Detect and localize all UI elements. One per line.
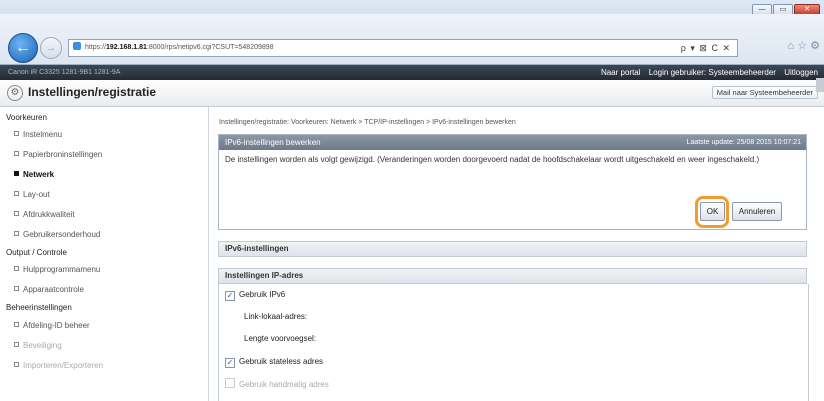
sidebar-group-output-control[interactable]: Output / Controle (6, 248, 67, 257)
sidebar-item-label: Papierbroninstellingen (23, 150, 103, 159)
address-path: :8000/rps/netipv6.cgi?CSUT=548209898 (146, 44, 274, 51)
settings-gear-icon: ⚙ (7, 85, 23, 101)
sidebar-item-print-quality[interactable]: Afdrukkwaliteit (14, 210, 75, 219)
sidebar-item-label: Lay-out (23, 190, 50, 199)
section-ip-address-settings: Instellingen IP-adres (218, 268, 807, 284)
panel-title: IPv6-instellingen bewerken (225, 138, 321, 147)
bullet-icon (14, 231, 19, 236)
sidebar-item-paper-source[interactable]: Papierbroninstellingen (14, 150, 102, 159)
sidebar-item-layout[interactable]: Lay-out (14, 190, 50, 199)
edit-ipv6-panel: IPv6-instellingen bewerken Laatste updat… (218, 134, 807, 230)
page-header: ⚙ Instellingen/registratie Mail naar Sys… (0, 80, 824, 107)
sidebar-item-label: Beveiliging (23, 341, 62, 350)
forward-arrow-icon[interactable]: → (40, 37, 62, 59)
breadcrumb: Instellingen/registratie: Voorkeuren: Ne… (219, 119, 516, 126)
sidebar-item-label: Netwerk (23, 170, 55, 179)
ip-address-settings-body: ✓ Gebruik IPv6 Link-lokaal-adres: Lengte … (218, 284, 809, 401)
sidebar-item-import-export[interactable]: Importeren/Exporteren (14, 361, 103, 370)
login-user-label: Login gebruiker: Systeembeheerder (648, 68, 776, 77)
panel-message: De instellingen worden als volgt gewijzi… (225, 155, 760, 164)
bullet-icon (14, 171, 19, 176)
bullet-icon (14, 211, 19, 216)
topbar-links: Naar portal Login gebruiker: Systeembehe… (595, 65, 818, 80)
bullet-icon (14, 342, 19, 347)
manual-address-label: Gebruik handmatig adres (239, 380, 329, 389)
address-host: 192.168.1.81 (106, 44, 147, 51)
page-favicon-icon (73, 42, 81, 50)
page-title: Instellingen/registratie (28, 85, 157, 99)
sidebar-item-label: Instelmenu (23, 130, 63, 139)
sidebar-item-network[interactable]: Netwerk (14, 170, 54, 179)
sidebar-item-utility-menu[interactable]: Hulpprogrammamenu (14, 265, 100, 274)
last-update-timestamp: Laatste update: 25/08 2015 10:07:21 (686, 139, 801, 146)
device-name: Canon iR C3325 1281-9B1 1281-9A (8, 69, 121, 76)
use-ipv6-row: ✓ Gebruik IPv6 (225, 290, 285, 301)
search-refresh-stop-icons[interactable]: ρ ▾ ⊠ C ✕ (681, 40, 731, 56)
sidebar-item-label: Hulpprogrammamenu (23, 265, 101, 274)
mail-admin-link[interactable]: Mail naar Systeembeheerder (711, 86, 818, 99)
sidebar-item-security[interactable]: Beveiliging (14, 341, 62, 350)
cancel-button[interactable]: Annuleren (732, 202, 782, 221)
bullet-icon (14, 286, 19, 291)
use-ipv6-label: Gebruik IPv6 (239, 290, 286, 299)
link-local-address-label: Link-lokaal-adres: (244, 312, 308, 321)
bullet-icon (14, 131, 19, 136)
sidebar-item-department-id[interactable]: Afdeling-ID beheer (14, 321, 90, 330)
portal-link[interactable]: Naar portal (601, 68, 641, 77)
stateless-address-label: Gebruik stateless adres (239, 357, 324, 366)
scrollbar[interactable] (816, 78, 824, 92)
prefix-length-label: Lengte voorvoegsel: (244, 334, 317, 343)
panel-header: IPv6-instellingen bewerken Laatste updat… (219, 135, 806, 150)
sidebar-item-label: Gebruikersonderhoud (23, 230, 101, 239)
address-bar[interactable]: https://192.168.1.81:8000/rps/netipv6.cg… (68, 39, 738, 57)
sidebar-item-label: Apparaatcontrole (23, 285, 84, 294)
ok-button[interactable]: OK (700, 202, 725, 221)
address-prefix: https:// (85, 44, 107, 51)
logout-link[interactable]: Uitloggen (784, 68, 818, 77)
bullet-icon (14, 322, 19, 327)
stateless-address-checkbox[interactable]: ✓ (225, 358, 235, 368)
browser-navbar: ← → https://192.168.1.81:8000/rps/netipv… (0, 14, 824, 65)
sidebar-group-management[interactable]: Beheerinstellingen (6, 303, 72, 312)
bullet-icon (14, 362, 19, 367)
manual-address-checkbox[interactable] (225, 378, 235, 388)
back-arrow-icon[interactable]: ← (8, 33, 38, 63)
sidebar-item-label: Afdrukkwaliteit (23, 210, 75, 219)
sidebar-group-preferences[interactable]: Voorkeuren (6, 113, 47, 122)
section-ipv6-settings: IPv6-instellingen (218, 241, 807, 257)
remote-ui-topbar: Canon iR C3325 1281-9B1 1281-9A Naar por… (0, 65, 824, 80)
sidebar: Voorkeuren Instelmenu Papierbroninstelli… (0, 107, 209, 401)
use-ipv6-checkbox[interactable]: ✓ (225, 291, 235, 301)
sidebar-item-device-control[interactable]: Apparaatcontrole (14, 285, 84, 294)
bullet-icon (14, 266, 19, 271)
sidebar-item-settings-menu[interactable]: Instelmenu (14, 130, 62, 139)
bullet-icon (14, 151, 19, 156)
sidebar-item-label: Afdeling-ID beheer (23, 321, 90, 330)
home-favorites-settings-icons[interactable]: ⌂ ☆ ⚙ (788, 39, 820, 52)
bullet-icon (14, 191, 19, 196)
stateless-address-row: ✓ Gebruik stateless adres (225, 357, 323, 368)
sidebar-item-label: Importeren/Exporteren (23, 361, 104, 370)
manual-address-row: Gebruik handmatig adres (225, 378, 329, 389)
sidebar-item-user-maintenance[interactable]: Gebruikersonderhoud (14, 230, 100, 239)
